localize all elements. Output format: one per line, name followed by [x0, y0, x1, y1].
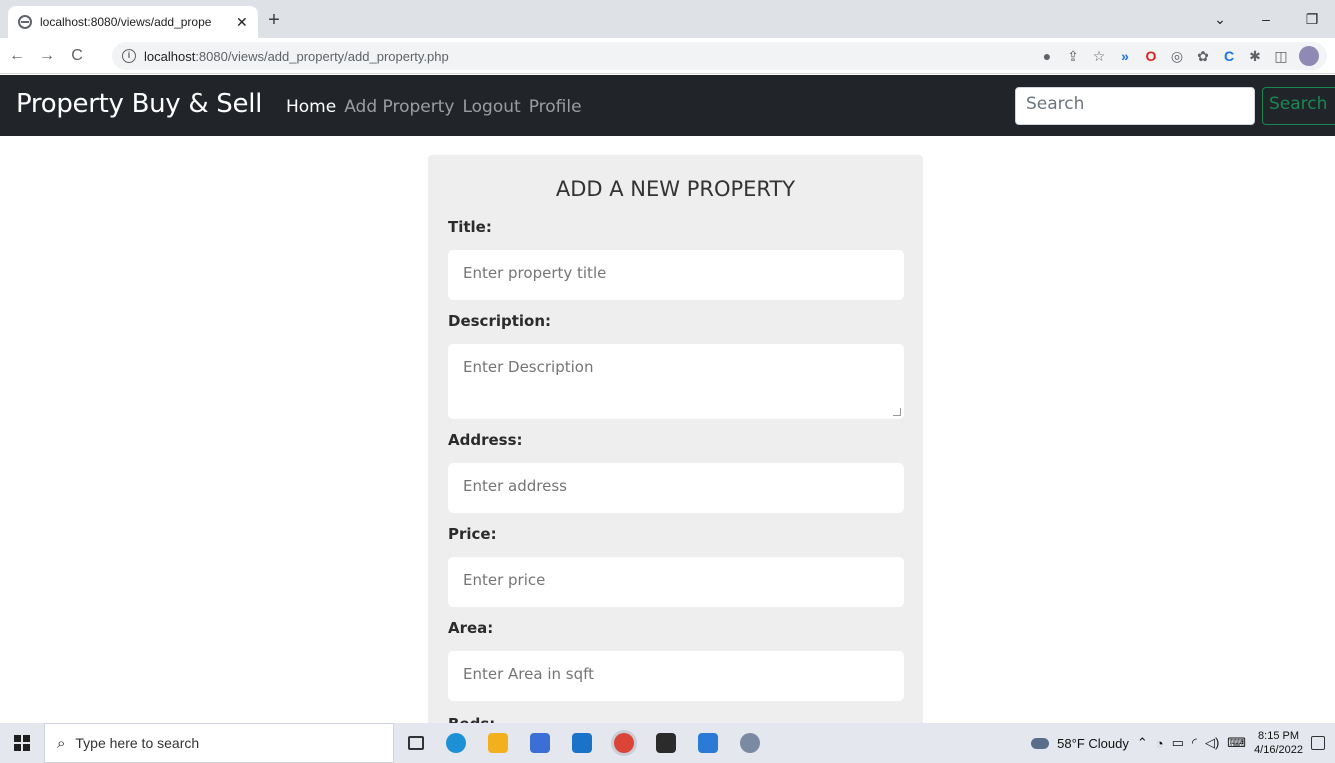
volume-icon[interactable]: ◁) — [1205, 735, 1219, 751]
reload-button[interactable]: C — [64, 47, 90, 65]
nav-link-profile[interactable]: Profile — [529, 97, 582, 117]
extension-circle-icon[interactable]: ◎ — [1169, 48, 1185, 65]
clock-time: 8:15 PM — [1258, 730, 1300, 742]
terminal-icon[interactable] — [656, 733, 676, 753]
weather-text[interactable]: 58°F Cloudy — [1057, 736, 1129, 751]
tab-title: localhost:8080/views/add_prope — [40, 15, 212, 29]
forward-button[interactable]: → — [34, 47, 60, 65]
extension-icons: ● ⇪ ☆ » O ◎ ✿ C ✱ ◫ — [1039, 42, 1319, 70]
description-placeholder: Enter Description — [463, 358, 594, 376]
address-bar[interactable]: i localhost:8080/views/add_property/add_… — [112, 42, 1327, 70]
globe-icon — [18, 15, 32, 29]
title-input[interactable]: Enter property title — [448, 250, 904, 300]
location-icon[interactable]: ● — [1039, 48, 1055, 64]
browser-tab[interactable]: localhost:8080/views/add_prope ✕ — [8, 6, 258, 38]
title-label: Title: — [448, 218, 492, 236]
keyboard-icon[interactable]: ⌨ — [1227, 735, 1246, 751]
star-icon[interactable]: ☆ — [1091, 48, 1107, 65]
task-view-icon[interactable] — [408, 736, 424, 750]
back-button[interactable]: ← — [4, 47, 30, 65]
nav-link-add-property[interactable]: Add Property — [344, 97, 454, 117]
notification-icon[interactable] — [1311, 736, 1325, 750]
description-textarea[interactable]: Enter Description — [448, 344, 904, 419]
avatar[interactable] — [1299, 46, 1319, 66]
system-tray: 58°F Cloudy ⌃ ◔ ▭ ◜ ◁) ⌨ 8:15 PM 4/16/20… — [1031, 723, 1335, 763]
browser-toolbar: ← → C i localhost:8080/views/add_propert… — [0, 38, 1335, 74]
area-label: Area: — [448, 619, 494, 637]
search-input[interactable]: Search — [1015, 87, 1255, 125]
address-input[interactable]: Enter address — [448, 463, 904, 513]
window-controls: ⌄ – ❐ — [1197, 0, 1335, 38]
taskbar-search-text: Type here to search — [75, 735, 200, 751]
edge-icon[interactable] — [446, 733, 466, 753]
address-label: Address: — [448, 431, 523, 449]
taskbar-search[interactable]: ⌕ Type here to search — [44, 723, 394, 763]
paint-icon[interactable] — [740, 733, 760, 753]
extension-color-icon[interactable]: ✿ — [1195, 48, 1211, 65]
add-property-form: ADD A NEW PROPERTY Title: Enter property… — [428, 155, 923, 735]
url-text: localhost:8080/views/add_property/add_pr… — [144, 49, 449, 64]
start-button[interactable] — [0, 723, 44, 763]
brand-logo[interactable]: Property Buy & Sell — [16, 89, 262, 119]
extension-c-icon[interactable]: C — [1221, 48, 1237, 64]
cloud-icon — [1031, 737, 1050, 749]
puzzle-icon[interactable]: ✱ — [1247, 48, 1263, 65]
description-label: Description: — [448, 312, 552, 330]
site-navbar: Property Buy & Sell Home Add Property Lo… — [0, 75, 1335, 136]
url-host: localhost — [144, 48, 196, 64]
minimize-button[interactable]: – — [1243, 11, 1289, 27]
chevron-up-icon[interactable]: ⌃ — [1137, 735, 1148, 751]
opera-extension-icon[interactable]: O — [1143, 48, 1159, 64]
close-icon[interactable]: ✕ — [236, 14, 248, 31]
nav-links: Home Add Property Logout Profile — [286, 97, 582, 117]
mail-icon[interactable] — [572, 733, 592, 753]
extension-waves-icon[interactable]: » — [1117, 48, 1133, 64]
battery-icon[interactable]: ▭ — [1172, 735, 1184, 751]
clock[interactable]: 8:15 PM 4/16/2022 — [1254, 729, 1303, 757]
price-label: Price: — [448, 525, 497, 543]
wifi-icon[interactable]: ◜ — [1192, 735, 1197, 751]
windows-icon — [14, 735, 30, 751]
tab-search-icon[interactable]: ⌄ — [1197, 11, 1243, 28]
nav-link-home[interactable]: Home — [286, 97, 336, 117]
vscode-icon[interactable] — [698, 733, 718, 753]
network-icon[interactable]: ◔ — [1156, 736, 1164, 751]
browser-tab-strip: localhost:8080/views/add_prope ✕ + ⌄ – ❐ — [0, 0, 1335, 38]
form-title: ADD A NEW PROPERTY — [555, 177, 796, 201]
share-icon[interactable]: ⇪ — [1065, 48, 1081, 65]
search-button[interactable]: Search — [1262, 87, 1335, 125]
windows-taskbar: ⌕ Type here to search 58°F Cloudy ⌃ ◔ ▭ … — [0, 723, 1335, 763]
sidebar-icon[interactable]: ◫ — [1273, 48, 1289, 65]
chrome-icon[interactable] — [614, 733, 634, 753]
clock-date: 4/16/2022 — [1254, 744, 1303, 756]
new-tab-button[interactable]: + — [262, 9, 286, 32]
area-input[interactable]: Enter Area in sqft — [448, 651, 904, 701]
resize-handle-icon[interactable] — [893, 408, 901, 416]
info-icon[interactable]: i — [122, 49, 136, 63]
taskbar-apps — [408, 723, 760, 763]
url-path: :8080/views/add_property/add_property.ph… — [195, 48, 449, 64]
file-explorer-icon[interactable] — [488, 733, 508, 753]
store-icon[interactable] — [530, 733, 550, 753]
price-input[interactable]: Enter price — [448, 557, 904, 607]
search-icon: ⌕ — [57, 734, 66, 752]
restore-button[interactable]: ❐ — [1289, 11, 1335, 28]
nav-link-logout[interactable]: Logout — [462, 97, 520, 117]
